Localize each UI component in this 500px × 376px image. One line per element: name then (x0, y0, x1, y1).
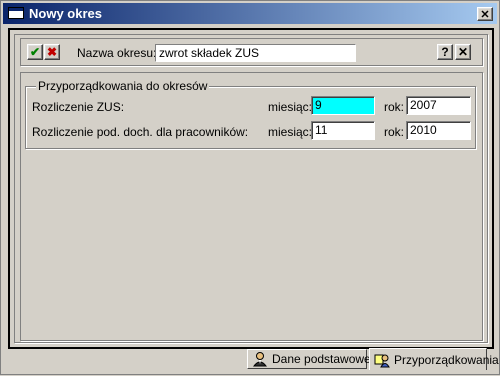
tab-basic-data[interactable]: Dane podstawowe (247, 349, 371, 369)
tab-basic-data-label: Dane podstawowe (272, 352, 371, 366)
help-button[interactable]: ? (437, 44, 453, 60)
confirm-button[interactable]: ✔ (27, 44, 43, 60)
window-close-button[interactable]: ✕ (477, 7, 493, 21)
zus-month-input[interactable]: 9 (311, 96, 375, 115)
period-assignment-group: Przyporządkowania do okresów Rozliczenie… (25, 79, 476, 149)
title-bar[interactable]: Nowy okres ✕ (3, 3, 497, 24)
window-title: Nowy okres (29, 6, 102, 21)
assignment-icon (374, 352, 390, 368)
cross-icon: ✖ (46, 45, 58, 59)
cancel-button[interactable]: ✖ (44, 44, 60, 60)
tab-assignments-label: Przyporządkowania (394, 352, 499, 367)
period-name-input[interactable]: zwrot składek ZUS (155, 44, 356, 62)
assignments-panel: Przyporządkowania do okresów Rozliczenie… (20, 72, 483, 341)
income-tax-month-input[interactable]: 11 (311, 121, 375, 140)
zus-year-label: rok: (384, 100, 405, 114)
content-frame: ✔ ✖ Nazwa okresu: zwrot składek ZUS ? ✕ … (8, 28, 494, 349)
close-icon: ✕ (457, 45, 469, 59)
income-tax-month-label: miesiąc: (268, 125, 313, 139)
dialog-window: Nowy okres ✕ ✔ ✖ Nazwa okresu: zwrot skł… (0, 0, 500, 375)
income-tax-settlement-label: Rozliczenie pod. doch. dla pracowników: (32, 125, 249, 139)
income-tax-year-input[interactable]: 2010 (406, 121, 471, 140)
checkmark-icon: ✔ (29, 45, 41, 59)
tab-bar: Dane podstawowe Przyporządkowania (1, 348, 500, 376)
group-title: Przyporządkowania do okresów (36, 79, 210, 93)
window-icon (8, 7, 24, 19)
tab-assignments[interactable]: Przyporządkowania (369, 348, 499, 370)
zus-settlement-label: Rozliczenie ZUS: (32, 100, 125, 114)
income-tax-year-label: rok: (384, 125, 405, 139)
help-icon: ? (441, 45, 449, 59)
zus-year-input[interactable]: 2007 (406, 96, 471, 115)
name-label: Nazwa okresu: (77, 46, 157, 60)
header-panel: ✔ ✖ Nazwa okresu: zwrot składek ZUS ? ✕ (20, 38, 483, 66)
close-icon: ✕ (480, 8, 490, 21)
zus-month-label: miesiąc: (268, 100, 313, 114)
person-icon (252, 351, 268, 367)
header-close-button[interactable]: ✕ (455, 44, 471, 60)
